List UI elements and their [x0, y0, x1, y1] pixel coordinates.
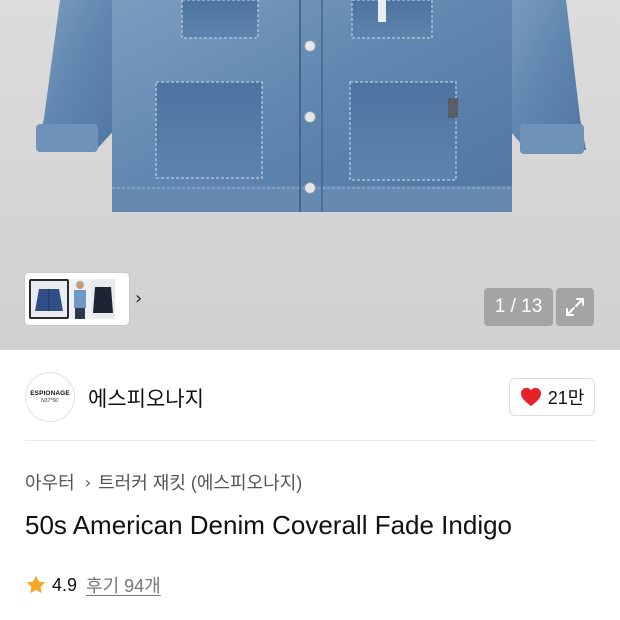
- rating-row: 4.9 후기 94개: [25, 572, 161, 598]
- divider: [25, 440, 595, 441]
- brand-logo[interactable]: ESPIONAGE N37°56': [25, 372, 75, 422]
- image-counter: 1 / 13: [484, 288, 553, 326]
- thumbnail-3[interactable]: [91, 279, 115, 319]
- like-count: 21만: [547, 388, 585, 408]
- star-icon: [26, 575, 46, 594]
- rating-score: 4.9: [52, 574, 78, 595]
- chevron-right-icon[interactable]: ›: [135, 288, 142, 309]
- thumbnail-strip[interactable]: ›: [25, 273, 142, 325]
- thumbnail-1[interactable]: [29, 279, 69, 319]
- breadcrumb-category[interactable]: 아우터: [25, 469, 75, 495]
- chevron-right-icon: ›: [84, 472, 92, 492]
- product-title: 50s American Denim Coverall Fade Indigo: [25, 510, 513, 540]
- breadcrumb-subcategory[interactable]: 트러커 재킷 (에스피오나지): [98, 469, 302, 495]
- thumbnail-2[interactable]: [69, 279, 91, 319]
- brand-name-link[interactable]: 에스피오나지: [88, 383, 204, 413]
- product-image-gallery[interactable]: › 1 / 13: [0, 0, 620, 350]
- brand-row: ESPIONAGE N37°56' 에스피오나지 21만: [0, 351, 620, 441]
- brand-logo-text: ESPIONAGE: [30, 390, 70, 397]
- brand-logo-subtext: N37°56': [41, 398, 59, 404]
- breadcrumb: 아우터 › 트러커 재킷 (에스피오나지): [25, 469, 302, 495]
- heart-icon: [520, 387, 541, 407]
- like-button[interactable]: 21만: [509, 378, 595, 416]
- reviews-link[interactable]: 후기 94개: [86, 572, 161, 598]
- expand-icon[interactable]: [556, 288, 594, 326]
